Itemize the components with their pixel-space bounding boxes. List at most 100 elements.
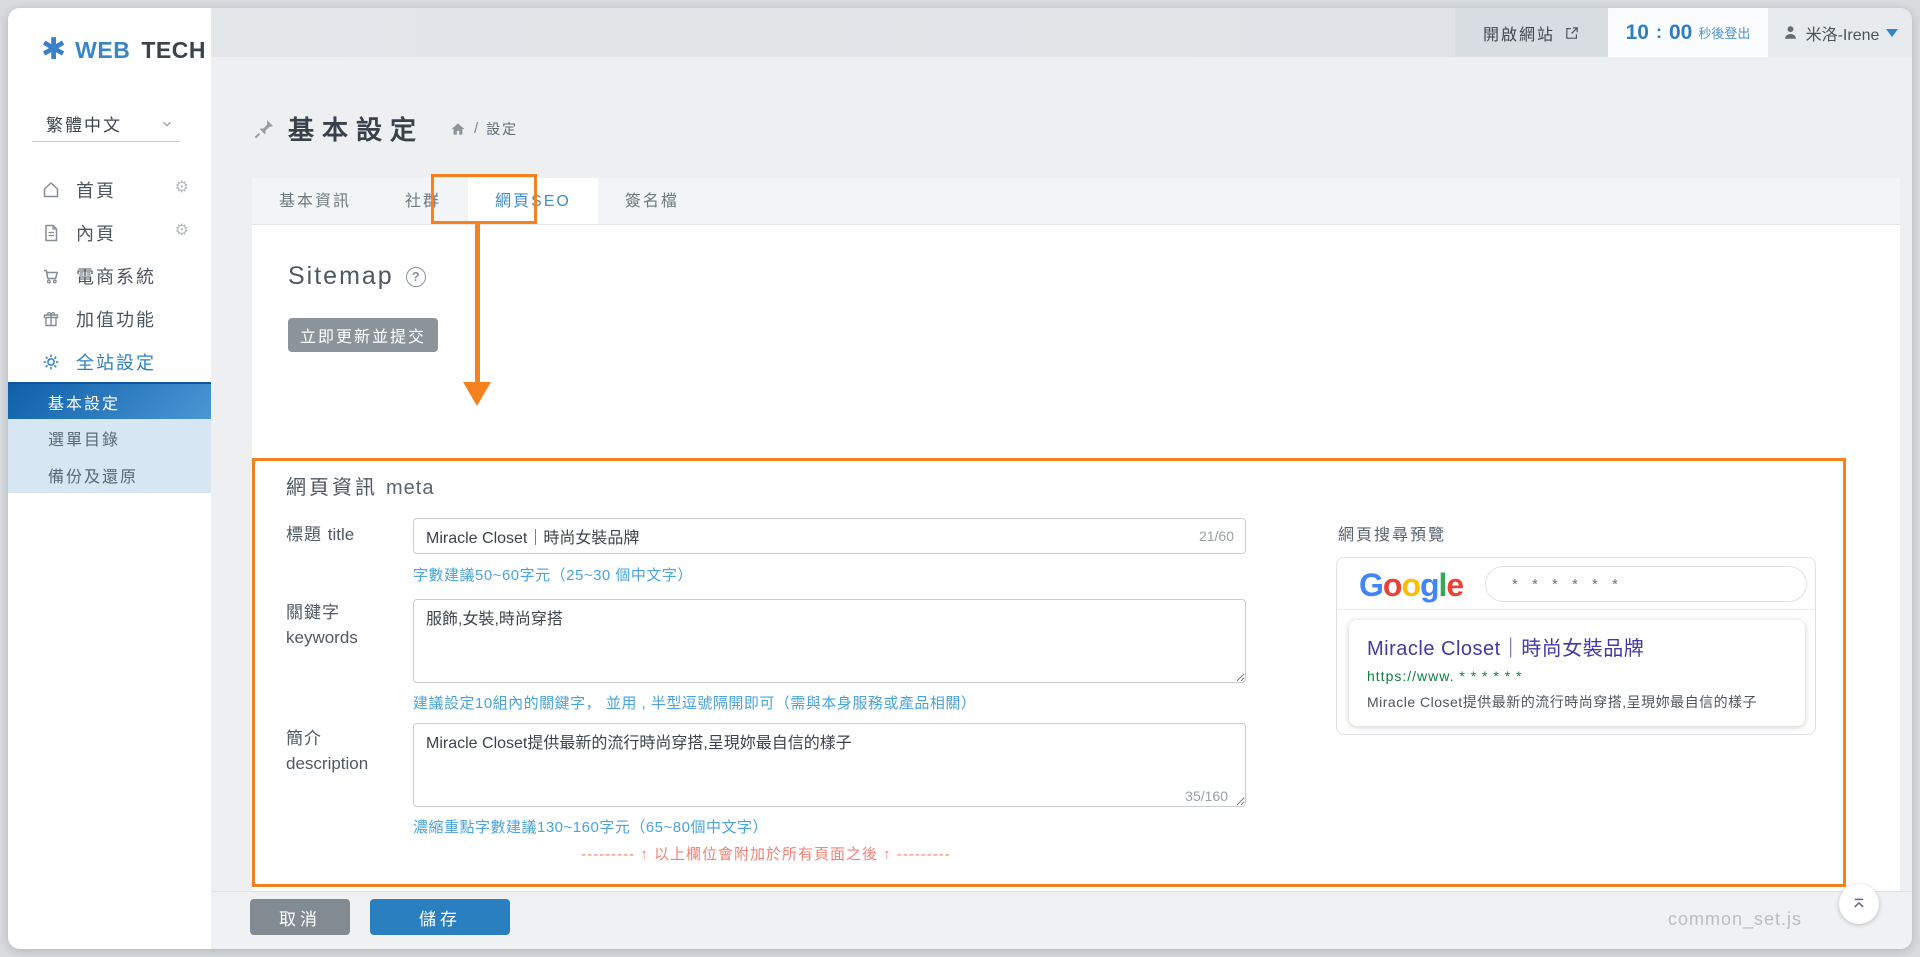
search-preview-label: 網頁搜尋預覽 bbox=[1338, 521, 1446, 545]
sidebar-item-home[interactable]: 首頁 ⚙ bbox=[8, 168, 211, 211]
description-hint: 濃縮重點字數建議130~160字元（65~80個中文字） bbox=[413, 816, 768, 837]
meta-section-heading: 網頁資訊 meta bbox=[286, 471, 434, 500]
brand-logo: ✱ WEB TECH bbox=[41, 35, 206, 65]
keywords-input-wrap: 服飾,女裝,時尚穿搭 bbox=[413, 599, 1246, 688]
cart-icon bbox=[41, 266, 61, 286]
sitemap-heading: Sitemap ? bbox=[288, 262, 426, 291]
tab-social[interactable]: 社群 bbox=[378, 178, 468, 224]
breadcrumb-current: 設定 bbox=[486, 119, 518, 139]
app-window: ✱ WEB TECH 繁體中文 首頁 ⚙ 內頁 ⚙ bbox=[8, 8, 1912, 949]
result-description: Miracle Closet提供最新的流行時尚穿搭,呈現妳最自信的樣子 bbox=[1367, 692, 1787, 712]
result-title-link: Miracle Closet｜時尚女裝品牌 bbox=[1367, 632, 1787, 661]
user-icon bbox=[1782, 24, 1799, 41]
brand-word-primary: WEB bbox=[75, 37, 130, 64]
title-hint: 字數建議50~60字元（25~30 個中文字） bbox=[413, 564, 693, 585]
result-url: https://www. * * * * * * bbox=[1367, 668, 1787, 684]
google-preview-card: Google * * * * * * Miracle Closet｜時尚女裝品牌… bbox=[1336, 557, 1816, 735]
tab-basic-info[interactable]: 基本資訊 bbox=[252, 178, 378, 224]
home-icon[interactable] bbox=[450, 121, 466, 137]
sitemap-title: Sitemap bbox=[288, 262, 394, 291]
scroll-top-icon bbox=[1849, 894, 1869, 914]
gift-icon bbox=[41, 309, 61, 329]
caret-down-icon bbox=[1886, 29, 1898, 37]
label-en: description bbox=[286, 754, 368, 773]
google-letter: o bbox=[1383, 567, 1402, 603]
sidebar-item-label: 電商系統 bbox=[76, 263, 156, 289]
open-site-label: 開啟網站 bbox=[1483, 21, 1555, 45]
asterisk-logo-icon: ✱ bbox=[41, 35, 66, 65]
home-icon bbox=[41, 180, 61, 200]
label-zh: 簡介 bbox=[286, 729, 322, 748]
description-textarea[interactable]: Miracle Closet提供最新的流行時尚穿搭,呈現妳最自信的樣子 bbox=[413, 723, 1246, 807]
google-result-card: Miracle Closet｜時尚女裝品牌 https://www. * * *… bbox=[1349, 620, 1805, 726]
timer-seconds: 00 bbox=[1669, 21, 1692, 45]
label-en: title bbox=[328, 525, 354, 544]
title-input[interactable] bbox=[413, 518, 1246, 554]
sidebar-submenu: 基本設定 選單目錄 備份及還原 bbox=[8, 382, 211, 493]
sidebar-item-label: 加值功能 bbox=[76, 306, 156, 332]
language-selector[interactable]: 繁體中文 bbox=[32, 106, 180, 142]
label-zh: 標題 bbox=[286, 525, 322, 544]
title-input-wrap: 21/60 bbox=[413, 518, 1246, 554]
google-letter: g bbox=[1420, 567, 1439, 603]
tab-signature[interactable]: 簽名檔 bbox=[598, 178, 706, 224]
annotation-arrow-head bbox=[463, 382, 491, 406]
breadcrumb-separator: / bbox=[474, 120, 478, 137]
tab-label: 基本資訊 bbox=[279, 193, 351, 210]
title-char-counter: 21/60 bbox=[1199, 528, 1234, 544]
save-button[interactable]: 儲存 bbox=[370, 899, 510, 935]
sidebar-item-inner-pages[interactable]: 內頁 ⚙ bbox=[8, 211, 211, 254]
chevron-down-icon bbox=[160, 117, 174, 131]
scroll-to-top-button[interactable] bbox=[1839, 884, 1879, 924]
sidebar-item-label: 內頁 bbox=[76, 220, 116, 246]
submenu-item-backup-restore[interactable]: 備份及還原 bbox=[8, 456, 211, 493]
timer-minutes: 10 bbox=[1626, 21, 1649, 45]
script-filename: common_set.js bbox=[1668, 909, 1802, 930]
keywords-textarea[interactable]: 服飾,女裝,時尚穿搭 bbox=[413, 599, 1246, 683]
open-site-button[interactable]: 開啟網站 bbox=[1455, 8, 1608, 57]
google-letter: e bbox=[1446, 567, 1463, 603]
gear-icon[interactable]: ⚙ bbox=[175, 180, 191, 196]
tab-seo[interactable]: 網頁SEO bbox=[468, 178, 598, 224]
meta-heading-zh: 網頁資訊 bbox=[286, 477, 378, 499]
sitemap-submit-button[interactable]: 立即更新並提交 bbox=[288, 318, 438, 352]
sidebar-menu: 首頁 ⚙ 內頁 ⚙ 電商系統 加值功能 全站設定 bbox=[8, 168, 211, 383]
google-search-box: * * * * * * bbox=[1485, 566, 1807, 602]
help-icon[interactable]: ? bbox=[406, 267, 426, 287]
user-menu[interactable]: 米洛-Irene bbox=[1768, 8, 1912, 57]
meta-section: 網頁資訊 meta 標題 title 21/60 字數建議50~60字元（25~3… bbox=[252, 458, 1846, 887]
external-link-icon bbox=[1564, 25, 1580, 41]
tab-bar: 基本資訊 社群 網頁SEO 簽名檔 bbox=[252, 178, 1900, 225]
description-field-label: 簡介 description bbox=[286, 727, 368, 776]
tab-label: 簽名檔 bbox=[625, 193, 679, 210]
page-icon bbox=[41, 223, 61, 243]
google-search-query: * * * * * * bbox=[1512, 576, 1623, 593]
google-logo: Google bbox=[1359, 567, 1463, 604]
timer-separator: : bbox=[1656, 22, 1662, 43]
cancel-button[interactable]: 取消 bbox=[250, 899, 350, 935]
pushpin-icon bbox=[252, 117, 276, 141]
sidebar-item-label: 首頁 bbox=[76, 177, 116, 203]
page-title: 基本設定 bbox=[288, 110, 424, 147]
annotation-arrow-line bbox=[475, 224, 480, 384]
label-en: keywords bbox=[286, 628, 358, 647]
keywords-hint: 建議設定10組內的關鍵字， 並用 , 半型逗號隔開即可（需與本身服務或產品相關） bbox=[413, 692, 976, 713]
meta-heading-tag: meta bbox=[386, 477, 434, 499]
user-name: 米洛-Irene bbox=[1806, 21, 1880, 45]
gear-icon[interactable]: ⚙ bbox=[175, 223, 191, 239]
brand-word-secondary: TECH bbox=[141, 37, 206, 64]
timer-suffix: 秒後登出 bbox=[1698, 23, 1750, 42]
sidebar-item-addons[interactable]: 加值功能 bbox=[8, 297, 211, 340]
sidebar-item-site-settings[interactable]: 全站設定 bbox=[8, 340, 211, 383]
submenu-item-menu-directory[interactable]: 選單目錄 bbox=[8, 419, 211, 456]
description-char-counter: 35/160 bbox=[1185, 788, 1228, 804]
tab-label: 網頁SEO bbox=[495, 193, 571, 210]
submenu-item-label: 選單目錄 bbox=[48, 426, 120, 450]
footer-bar: 取消 儲存 common_set.js bbox=[211, 891, 1912, 949]
sidebar-item-label: 全站設定 bbox=[76, 349, 156, 375]
description-input-wrap: Miracle Closet提供最新的流行時尚穿搭,呈現妳最自信的樣子 35/1… bbox=[413, 723, 1246, 812]
submenu-item-label: 基本設定 bbox=[48, 390, 120, 414]
sidebar-item-ecommerce[interactable]: 電商系統 bbox=[8, 254, 211, 297]
submenu-item-basic-settings[interactable]: 基本設定 bbox=[8, 382, 211, 419]
google-letter: G bbox=[1359, 567, 1383, 603]
